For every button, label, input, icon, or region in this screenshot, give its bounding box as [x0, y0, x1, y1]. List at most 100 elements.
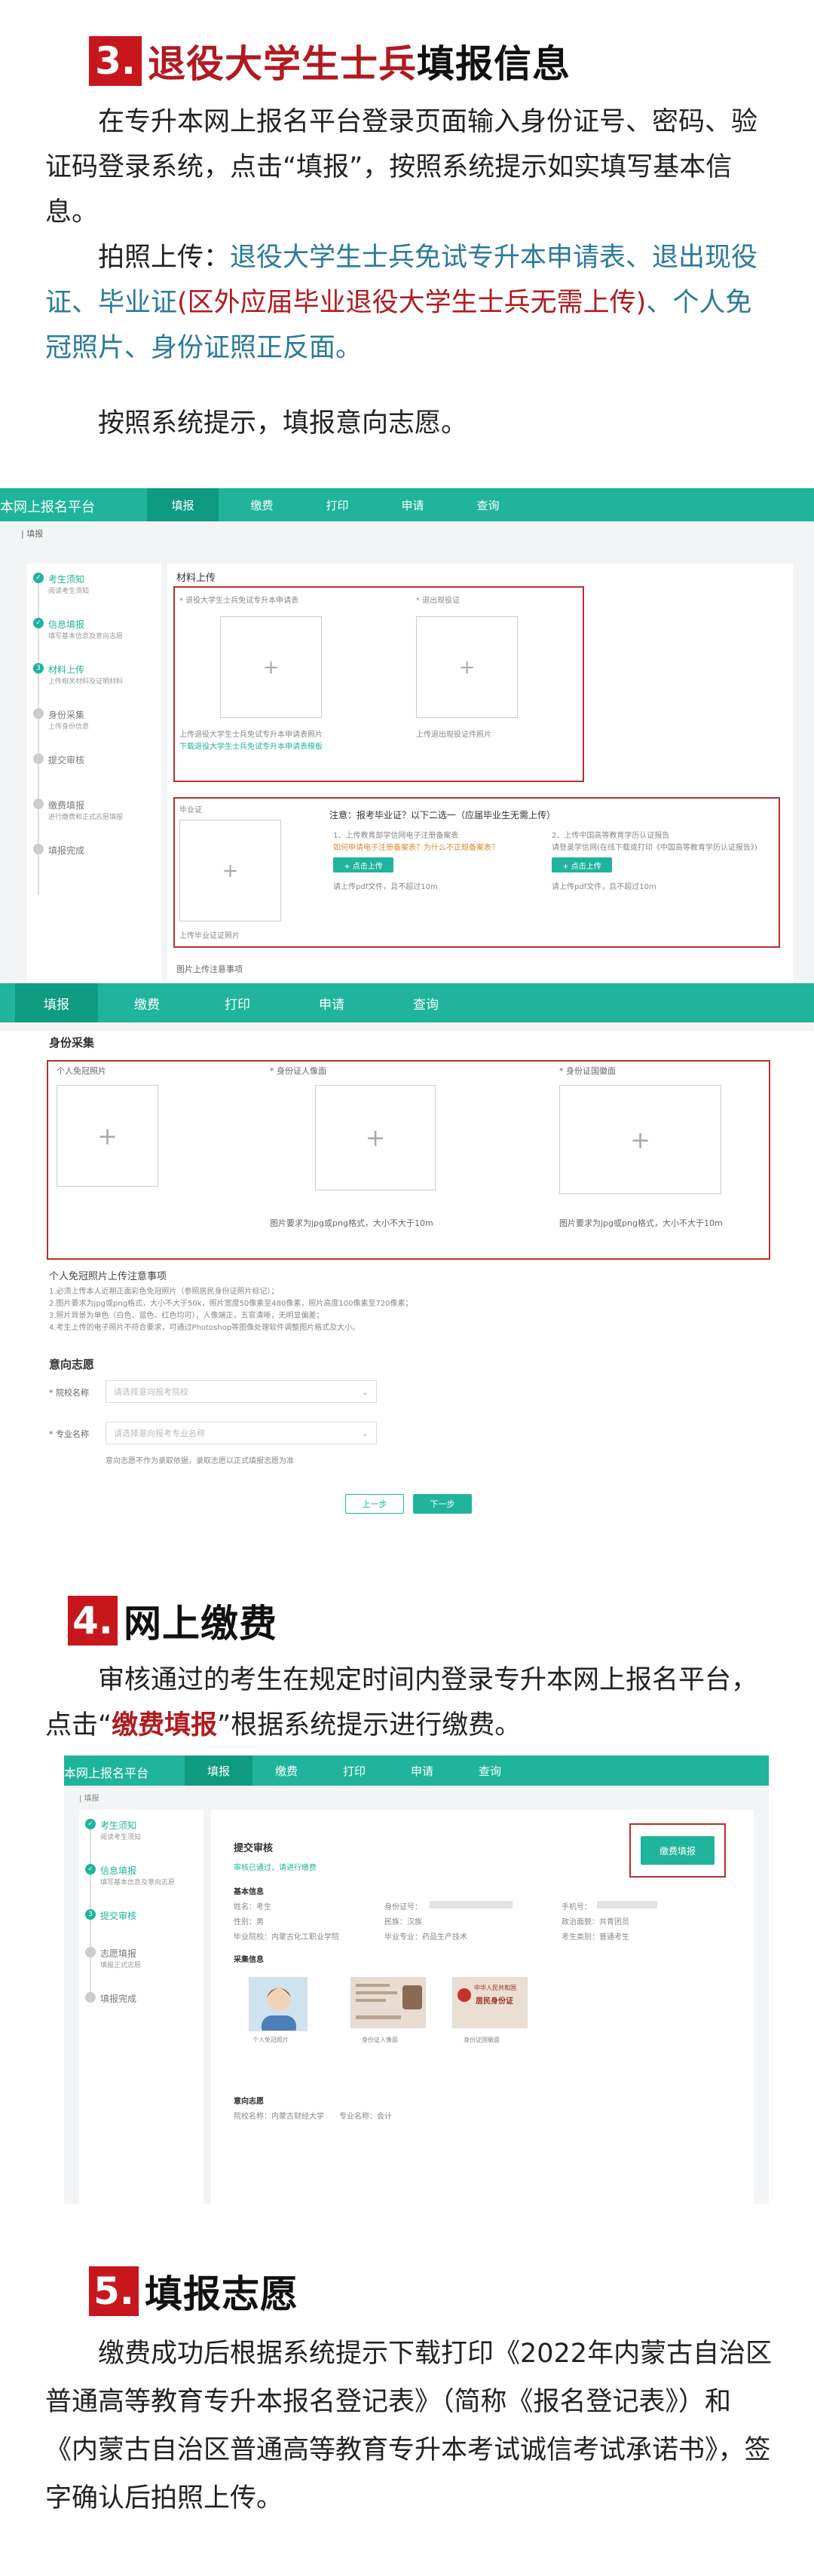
step-item: 志愿填报 填报正式志愿 [85, 1947, 141, 1969]
field-label: * 院校名称 [49, 1388, 89, 1398]
upload-hint: 上传退出现役证件照片 [416, 731, 491, 739]
person-icon [262, 1987, 296, 2031]
step-item-current: 3 提交审核 [85, 1909, 136, 1922]
note-item: 3.照片背景为单色（白色、蓝色、红色均可），人像端正，五官清晰，无明显偏差； [49, 1312, 324, 1320]
template-download-link[interactable]: 下载退役大学生士兵免试专升本申请表模板 [179, 740, 323, 751]
chevron-down-icon: ⌄ [361, 1386, 369, 1397]
paragraph: 在专升本网上报名平台登录页面输入身份证号、密码、验证码登录系统，点击“填报”，按… [45, 107, 758, 228]
step-item: ✓ 信息填报 填写基本信息及意向志愿 [33, 618, 123, 640]
step-item: ✓ 考生须知 阅读考生须知 [33, 573, 89, 595]
section-title: 网上缴费 [124, 1602, 277, 1646]
step-sidebar: ✓ 考生须知 阅读考生须知 ✓ 信息填报 填写基本信息及意向志愿 3 提交审核 志愿填报填… [79, 1810, 204, 2204]
upload-box[interactable]: + [416, 616, 518, 718]
nav-query[interactable]: 查询 [384, 983, 467, 1022]
upload-button[interactable]: + 点击上传 [333, 857, 393, 872]
upload-box-id-back[interactable]: + [559, 1085, 721, 1194]
step-item: ✓ 信息填报 填写基本信息及意向志愿 [85, 1864, 175, 1887]
note-item: 2.图片要求为jpg或png格式，大小不大于50k，照片宽度50像素至480像素… [49, 1300, 413, 1308]
notes-title: 个人免冠照片上传注意事项 [49, 1271, 167, 1282]
upload-note: 请上传pdf文件，且不超过10m [552, 883, 656, 891]
nav-fill[interactable]: 填报 [147, 488, 219, 521]
upload-note: 请上传pdf文件，且不超过10m [333, 883, 438, 891]
major-select[interactable]: 请选择意向报考专业名称 ⌄ [106, 1422, 377, 1444]
pref-note: 意向志愿不作为录取依据，录取志愿以正式填报志愿为准 [106, 1457, 294, 1465]
redacted-value [597, 1901, 657, 1908]
top-nav: 填报 缴费 打印 申请 查询 [0, 983, 814, 1022]
nav-fill[interactable]: 填报 [15, 983, 98, 1022]
section-4-heading: 4. 网上缴费 [68, 1594, 277, 1648]
nav-print[interactable]: 打印 [320, 1756, 388, 1786]
screenshot-submit-review: 本网上报名平台 填报 缴费 打印 申请 查询 | 填报 ✓ 考生须知 阅读考生须知 … [64, 1756, 769, 2204]
note-item: 4.考生上传的电子照片不符合要求，可通过Photoshop等图像处理软件调整图片… [49, 1324, 360, 1332]
field-label: * 退出现役证 [416, 597, 461, 605]
nav-print[interactable]: 打印 [196, 983, 279, 1022]
next-button[interactable]: 下一步 [413, 1494, 472, 1514]
id-front-photo [350, 1977, 426, 2028]
chevron-down-icon: ⌄ [361, 1428, 369, 1438]
section-title: 填报志愿 [145, 2272, 298, 2316]
subsection-title: 意向志愿 [234, 2098, 264, 2106]
section-title: 图片上传注意事项 [176, 964, 243, 974]
nav-pay[interactable]: 缴费 [106, 983, 188, 1022]
step-sidebar: ✓ 考生须知 阅读考生须知 ✓ 信息填报 填写基本信息及意向志愿 3 材料上传 上传相关材料… [27, 564, 161, 982]
notice-text: 注意：报考毕业证？以下二选一（应届毕业生无需上传） [329, 810, 556, 820]
section-title: 材料上传 [176, 573, 216, 584]
section-title-highlight: 退役大学生士兵 [148, 42, 417, 86]
breadcrumb: | 填报 [21, 529, 44, 539]
option-text: 1、上传教育部学信网电子注册备案表 [333, 832, 459, 840]
nav-apply[interactable]: 申请 [388, 1756, 456, 1786]
section-title: 身份采集 [49, 1036, 95, 1050]
nav-apply[interactable]: 申请 [290, 983, 373, 1022]
pref-line: 院校名称：内蒙古财经大学 专业名称：会计 [234, 2113, 392, 2121]
upload-box[interactable]: + [179, 820, 281, 921]
help-link[interactable]: 如何申请电子注册备案表？为什么不正规备案表？ [333, 841, 499, 852]
step-item: 提交审核 [33, 753, 84, 766]
nav-apply[interactable]: 申请 [377, 488, 448, 521]
step-item: 缴费填报 进行缴费和正式志愿填报 [33, 799, 123, 821]
platform-brand: 本网上报名平台 [0, 500, 95, 515]
nav-pay[interactable]: 缴费 [252, 1756, 320, 1786]
school-select[interactable]: 请选择意向报考院校 ⌄ [106, 1380, 377, 1403]
pay-fill-button[interactable]: 缴费填报 [641, 1836, 715, 1865]
field-label: * 身份证国徽面 [559, 1066, 616, 1076]
field-label: * 专业名称 [49, 1429, 89, 1439]
upload-hint: 上传毕业证证照片 [179, 932, 240, 940]
nav-print[interactable]: 打印 [301, 488, 373, 521]
screenshot-identity-collection: 填报 缴费 打印 申请 查询 身份采集 个人免冠照片 + * 身份证人像面 + … [0, 983, 814, 1547]
section-title: 提交审核 [234, 1843, 274, 1854]
upload-box-photo[interactable]: + [57, 1085, 158, 1187]
main-content: 提交审核 审核已通过，请进行缴费 缴费填报 基本信息 姓名：考生 身份证号： 手… [211, 1810, 754, 2204]
info-field: 政治面貌：共青团员 [562, 1918, 629, 1927]
photo-caption: 身份证国徽面 [464, 2037, 500, 2043]
section-3-heading: 3. 退役大学生士兵 填报信息 [89, 34, 571, 88]
notes-list: 1.必须上传本人近期正面彩色免冠照片（参照居民身份证照片标记）； 2.图片要求为… [49, 1286, 727, 1334]
upload-requirement: 图片要求为jpg或png格式，大小不大于10m [559, 1218, 723, 1228]
upload-box-id-front[interactable]: + [315, 1085, 436, 1190]
subsection-title: 采集信息 [234, 1956, 264, 1964]
nav-query[interactable]: 查询 [452, 488, 524, 521]
section-number: 5. [89, 2266, 139, 2316]
option-text: 2、上传中国高等教育学历认证报告 [552, 832, 670, 840]
review-status: 审核已通过，请进行缴费 [234, 1864, 317, 1872]
avatar-photo [249, 1977, 308, 2031]
breadcrumb: | 填报 [79, 1795, 99, 1803]
prev-button[interactable]: 上一步 [345, 1494, 404, 1514]
field-label: * 退役大学生士兵免试专升本申请表 [179, 597, 299, 605]
nav-fill[interactable]: 填报 [185, 1756, 252, 1786]
info-field: 民族：汉族 [384, 1918, 422, 1927]
nav-query[interactable]: 查询 [456, 1756, 524, 1786]
paragraph: 审核通过的考生在规定时间内登录专升本网上报名平台，点击“缴费填报”根据系统提示进… [45, 1665, 758, 1740]
platform-brand: 本网上报名平台 [64, 1766, 149, 1780]
note-item: 1.必须上传本人近期正面彩色免冠照片（参照居民身份证照片标记）； [49, 1288, 279, 1296]
step-item-current: 3 材料上传 上传相关材料及证明材料 [33, 663, 123, 686]
section-5-heading: 5. 填报志愿 [89, 2264, 298, 2318]
upload-box[interactable]: + [220, 616, 322, 718]
step-item: 填报完成 [85, 1992, 136, 2005]
paragraph-upload: 拍照上传：退役大学生士兵免试专升本申请表、退出现役证、毕业证(区外应届毕业退役大… [45, 243, 758, 363]
info-field: 手机号： [562, 1903, 592, 1911]
photo-caption: 身份证人像面 [362, 2037, 398, 2043]
nav-pay[interactable]: 缴费 [226, 488, 298, 521]
top-nav: 本网上报名平台 填报 缴费 打印 申请 查询 [0, 488, 814, 521]
upload-button[interactable]: + 点击上传 [552, 857, 612, 872]
info-field: 身份证号： [384, 1903, 422, 1911]
